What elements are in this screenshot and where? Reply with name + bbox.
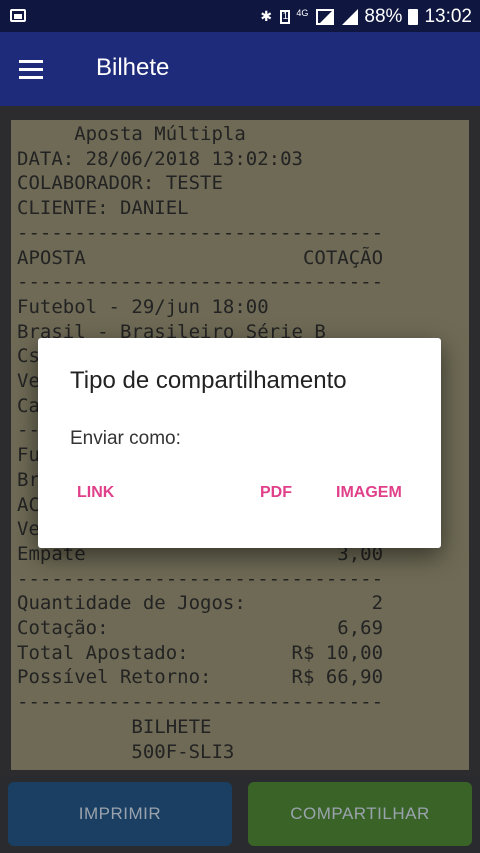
share-pdf-button[interactable]: PDF xyxy=(260,484,292,502)
page-title: Bilhete xyxy=(96,54,170,81)
receipt-line: Possível Retorno: R$ 66,90 xyxy=(17,666,384,689)
image-icon xyxy=(10,9,26,22)
bottom-actions: IMPRIMIR COMPARTILHAR xyxy=(0,776,480,853)
receipt-line: BILHETE xyxy=(17,715,212,738)
receipt-line: CLIENTE: DANIEL xyxy=(17,197,189,220)
receipt-line: Ve xyxy=(17,518,40,541)
print-button[interactable]: IMPRIMIR xyxy=(8,782,232,846)
receipt-line: Cs xyxy=(17,345,40,368)
receipt-line: -------------------------------- xyxy=(17,567,384,590)
receipt-line: 500F-SLI3 xyxy=(17,740,235,763)
receipt-line: Aposta Múltipla xyxy=(17,123,246,145)
share-button[interactable]: COMPARTILHAR xyxy=(248,782,472,846)
battery-icon xyxy=(408,9,419,25)
share-link-button[interactable]: LINK xyxy=(77,484,114,502)
signal-icon xyxy=(316,9,335,25)
receipt-line: Cotação: 6,69 xyxy=(17,617,384,640)
receipt-line: AC xyxy=(17,493,40,516)
status-bar: 1 4G 88% 13:02 xyxy=(0,0,480,32)
receipt-line: DATA: 28/06/2018 13:02:03 xyxy=(17,147,303,170)
share-type-dialog: Tipo de compartilhamento Enviar como: LI… xyxy=(38,338,441,548)
receipt-line: -------------------------------- xyxy=(17,691,384,714)
bluetooth-icon xyxy=(258,8,274,25)
receipt-line: -------------------------------- xyxy=(17,271,384,294)
receipt-line: Ca xyxy=(17,394,40,417)
dialog-message: Enviar como: xyxy=(70,428,181,449)
receipt-line: COLABORADOR: TESTE xyxy=(17,172,223,195)
battery-percent: 88% xyxy=(364,6,403,27)
receipt-line: -------------------------------- xyxy=(17,221,384,244)
sim-icon: 1 xyxy=(280,10,291,24)
receipt-line: Quantidade de Jogos: 2 xyxy=(17,592,384,615)
receipt-line: Br xyxy=(17,468,40,491)
receipt-line: Futebol - 29/jun 18:00 xyxy=(17,295,269,318)
status-icons: 1 4G 88% 13:02 xyxy=(258,6,472,28)
clock: 13:02 xyxy=(424,6,472,27)
app-bar: Bilhete xyxy=(0,32,480,106)
sim-slot-number: 1 xyxy=(282,11,289,22)
signal-icon xyxy=(340,9,359,25)
receipt-line: Fu xyxy=(17,444,40,467)
dialog-title: Tipo de compartilhamento xyxy=(70,367,347,394)
receipt-line: Total Apostado: R$ 10,00 xyxy=(17,641,384,664)
receipt-line: -- xyxy=(17,419,40,442)
share-image-button[interactable]: IMAGEM xyxy=(336,484,402,502)
receipt-line: APOSTA COTAÇÃO xyxy=(17,246,384,269)
menu-icon[interactable] xyxy=(19,60,43,79)
receipt-line: Ve xyxy=(17,370,40,393)
network-type-label: 4G xyxy=(296,8,309,18)
